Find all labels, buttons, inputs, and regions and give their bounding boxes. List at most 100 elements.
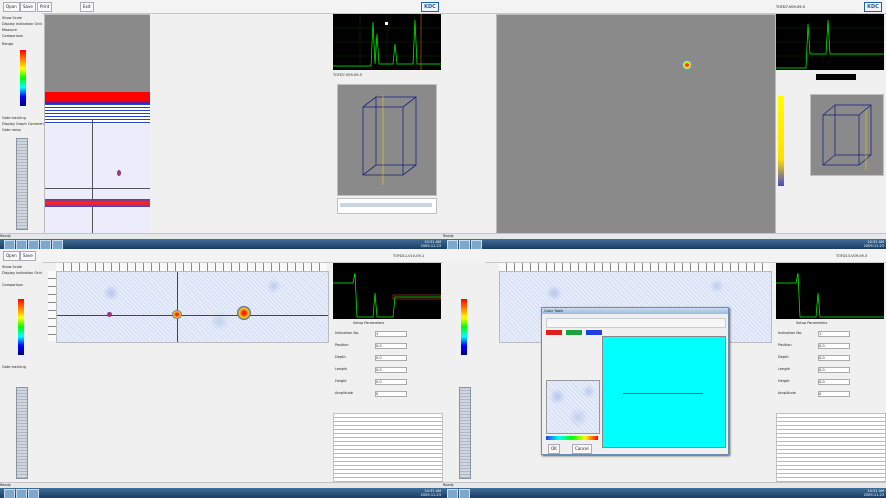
3d-view[interactable] xyxy=(337,84,437,196)
taskbar: 10:31 AM 2009-11-23 xyxy=(443,239,886,249)
window-top-right: TOFD7-V09-09-5 KDC Ready 10:31 AM 2009-11… xyxy=(443,0,886,249)
form-row: Position 0.0 xyxy=(335,341,439,350)
form-field[interactable]: 1 xyxy=(818,331,850,337)
cursor-horizontal[interactable] xyxy=(45,188,151,189)
cancel-button[interactable]: Cancel xyxy=(572,444,592,454)
app-icon[interactable] xyxy=(16,489,27,498)
exit-button[interactable]: Exit xyxy=(80,2,94,12)
cursor-vertical[interactable] xyxy=(177,272,178,342)
lateral-wave xyxy=(45,92,151,104)
app-icon[interactable] xyxy=(28,240,39,249)
gain-slider[interactable] xyxy=(459,387,471,479)
blue-swatch[interactable] xyxy=(586,330,602,335)
dialog-toolbar xyxy=(546,318,726,328)
indication-spot[interactable] xyxy=(237,306,251,320)
form-field[interactable]: 0 xyxy=(375,391,407,397)
ascan-signal xyxy=(333,14,441,70)
cursor-vertical[interactable] xyxy=(92,120,93,234)
3d-view[interactable] xyxy=(810,94,884,176)
form-row: Depth 0.0 xyxy=(335,353,439,362)
form-header: Setup Parameters xyxy=(353,321,385,325)
ok-button[interactable]: OK xyxy=(548,444,560,454)
app-icon[interactable] xyxy=(459,240,470,249)
form-field[interactable]: 0.0 xyxy=(818,343,850,349)
save-button[interactable]: Save xyxy=(20,2,36,12)
position-slider[interactable] xyxy=(337,198,437,214)
print-button[interactable]: Print xyxy=(37,2,53,12)
form-field[interactable]: 0.0 xyxy=(375,367,407,373)
bscan-view[interactable] xyxy=(44,14,152,235)
indication-spot[interactable] xyxy=(682,60,692,70)
red-swatch[interactable] xyxy=(546,330,562,335)
green-swatch[interactable] xyxy=(566,330,582,335)
open-button[interactable]: Open xyxy=(3,251,20,261)
form-row: Length 0.0 xyxy=(778,365,882,374)
indication-spot[interactable] xyxy=(117,170,121,176)
save-button[interactable]: Save xyxy=(20,251,36,261)
form-label: Height xyxy=(778,379,790,383)
gate-ramp-checkbox[interactable]: Gate ramp xyxy=(2,128,21,132)
ascan-view[interactable] xyxy=(333,14,441,70)
gate-tracking-checkbox[interactable]: Gate tracking xyxy=(2,365,26,369)
taskbar-clock: 10:31 AM 2009-11-23 xyxy=(863,489,884,497)
cursor-horizontal[interactable] xyxy=(57,315,328,316)
form-field[interactable]: 1 xyxy=(375,331,407,337)
ascan-view[interactable] xyxy=(333,263,442,319)
comparison-checkbox[interactable]: Comparison xyxy=(2,283,23,287)
form-row: Indication No. 1 xyxy=(335,329,439,338)
app-icon[interactable] xyxy=(471,240,482,249)
show-scale-checkbox[interactable]: Show Scale xyxy=(2,16,22,20)
comparison-checkbox[interactable]: Comparison xyxy=(2,34,23,38)
form-label: Amplitude xyxy=(335,391,353,395)
report-text-area[interactable] xyxy=(333,413,443,485)
start-icon[interactable] xyxy=(4,489,15,498)
control-panel xyxy=(443,262,485,482)
display-grid-checkbox[interactable]: Display Indication Grid xyxy=(2,22,42,26)
graph-comment-checkbox[interactable]: Display Graph Comment xyxy=(2,122,45,126)
scan-area xyxy=(45,124,151,234)
brand-logo: KDC xyxy=(864,2,882,12)
report-text-area[interactable] xyxy=(776,413,886,485)
form-label: Indication No. xyxy=(335,331,360,335)
3d-box xyxy=(822,104,872,170)
form-row: Length 0.0 xyxy=(335,365,439,374)
toolbar: Open Save Print Exit xyxy=(0,0,443,14)
panel-id: TOFD7-V09-09-5 xyxy=(776,5,805,9)
measure-checkbox[interactable]: Measure xyxy=(2,28,17,32)
start-icon[interactable] xyxy=(447,489,458,498)
app-icon[interactable] xyxy=(40,240,51,249)
form-field[interactable]: 0.0 xyxy=(375,379,407,385)
display-grid-checkbox[interactable]: Display Indication Grid xyxy=(2,271,42,275)
indication-spot[interactable] xyxy=(172,310,182,319)
indication-spot[interactable] xyxy=(107,312,112,317)
show-scale-checkbox[interactable]: Show Scale xyxy=(2,265,22,269)
dscan-view[interactable] xyxy=(56,271,329,343)
cscan-view[interactable] xyxy=(496,14,776,235)
app-icon[interactable] xyxy=(16,240,27,249)
form-row: Amplitude 0 xyxy=(778,389,882,398)
open-button[interactable]: Open xyxy=(3,2,20,12)
ascan-signal xyxy=(333,272,442,318)
window-top-left: Open Save Print Exit Show Scale Display … xyxy=(0,0,443,249)
start-icon[interactable] xyxy=(4,240,15,249)
color-preview-area[interactable] xyxy=(602,336,726,448)
panel-id: TOFD7-V09-09-5 xyxy=(333,73,362,77)
gain-slider[interactable] xyxy=(16,138,28,230)
ascan-view[interactable] xyxy=(776,263,884,319)
gain-slider[interactable] xyxy=(16,387,28,479)
form-field[interactable]: 0.0 xyxy=(818,379,850,385)
form-field[interactable]: 0.0 xyxy=(818,367,850,373)
form-field[interactable]: 0.0 xyxy=(375,343,407,349)
app-icon[interactable] xyxy=(459,489,470,498)
color-table-dialog: Color Table OK Cancel xyxy=(541,307,729,455)
ascan-view[interactable] xyxy=(776,14,884,70)
form-field[interactable]: 0 xyxy=(818,391,850,397)
form-field[interactable]: 0.0 xyxy=(375,355,407,361)
toolbar xyxy=(443,249,886,263)
app-icon[interactable] xyxy=(52,240,63,249)
start-icon[interactable] xyxy=(447,240,458,249)
toolbar xyxy=(443,0,886,14)
gate-tracking-checkbox[interactable]: Gate tracking xyxy=(2,116,26,120)
form-field[interactable]: 0.0 xyxy=(818,355,850,361)
app-icon[interactable] xyxy=(28,489,39,498)
